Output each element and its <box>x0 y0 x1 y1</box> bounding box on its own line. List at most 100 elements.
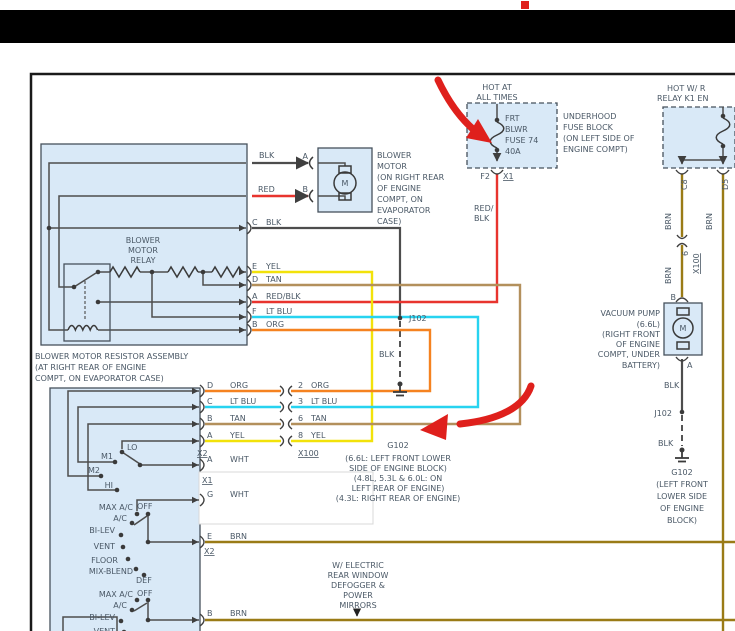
label-x100-right: X100 <box>692 253 701 274</box>
splice-j102-right <box>680 410 685 415</box>
label-x100: X100 <box>298 449 319 458</box>
label-red-b: RED <box>258 185 275 194</box>
svg-text:ENGINE COMPT): ENGINE COMPT) <box>563 145 628 154</box>
label-blk-right: BLK <box>664 381 680 390</box>
svg-text:F: F <box>252 307 257 316</box>
svg-text:BATTERY): BATTERY) <box>622 361 660 370</box>
svg-text:(AT RIGHT REAR OF ENGINE: (AT RIGHT REAR OF ENGINE <box>35 363 146 372</box>
motor-m-glyph: M <box>342 179 349 188</box>
splice-j102-center <box>398 316 403 321</box>
svg-text:LOWER SIDE: LOWER SIDE <box>657 492 707 501</box>
defogger-note: W/ ELECTRIC <box>332 561 384 570</box>
svg-text:FUSE BLOCK: FUSE BLOCK <box>563 123 614 132</box>
svg-text:CASE): CASE) <box>377 217 401 226</box>
colored-wires <box>205 174 735 631</box>
label-x2-e: X2 <box>204 547 215 556</box>
svg-text:REAR WINDOW: REAR WINDOW <box>328 571 389 580</box>
svg-text:40A: 40A <box>505 147 521 156</box>
svg-text:COMPT, ON: COMPT, ON <box>377 195 423 204</box>
wiring-diagram-page: M M <box>0 0 735 631</box>
svg-text:LT BLU: LT BLU <box>266 307 292 316</box>
label-fuse-name: FRT <box>505 114 520 123</box>
svg-text:RELAY: RELAY <box>131 256 156 265</box>
svg-text:B: B <box>252 320 258 329</box>
svg-text:BLK: BLK <box>266 218 282 227</box>
svg-text:A: A <box>207 431 213 440</box>
svg-text:FUSE 74: FUSE 74 <box>505 136 538 145</box>
svg-text:OF ENGINE: OF ENGINE <box>660 504 704 513</box>
svg-text:OFF: OFF <box>137 502 153 511</box>
svg-text:OFF: OFF <box>137 589 153 598</box>
svg-text:MOTOR: MOTOR <box>128 246 158 255</box>
svg-text:MAX A/C: MAX A/C <box>99 503 134 512</box>
svg-text:TAN: TAN <box>229 414 246 423</box>
svg-text:6: 6 <box>298 414 303 423</box>
label-hot-relay-k1: HOT W/ R <box>667 84 706 93</box>
svg-text:YEL: YEL <box>229 431 245 440</box>
label-cav-6: 6 <box>681 251 690 256</box>
label-brn-right: BRN <box>705 213 714 230</box>
svg-text:POWER: POWER <box>343 591 373 600</box>
underhood-caption: UNDERHOOD <box>563 112 616 121</box>
svg-text:ALL TIMES: ALL TIMES <box>476 93 517 102</box>
svg-text:TAN: TAN <box>310 414 327 423</box>
svg-text:SIDE OF ENGINE BLOCK): SIDE OF ENGINE BLOCK) <box>349 464 447 473</box>
label-redblk-wire: RED/ <box>474 204 494 213</box>
svg-text:8: 8 <box>298 431 303 440</box>
relay-caption: BLOWER <box>126 236 161 245</box>
svg-text:(ON RIGHT REAR: (ON RIGHT REAR <box>377 173 445 182</box>
svg-text:DEFOGGER &: DEFOGGER & <box>331 581 385 590</box>
vacuum-pump-caption: VACUUM PUMP <box>601 309 661 318</box>
svg-text:COMPT, UNDER: COMPT, UNDER <box>598 350 661 359</box>
svg-text:LT BLU: LT BLU <box>311 397 337 406</box>
label-fan-lo: LO <box>127 443 137 452</box>
label-pump-b: B <box>671 293 677 302</box>
svg-text:MIX-BLEND: MIX-BLEND <box>89 567 133 576</box>
svg-text:BRN: BRN <box>230 609 247 618</box>
svg-text:OF ENGINE: OF ENGINE <box>616 340 660 349</box>
svg-text:BI-LEV: BI-LEV <box>89 526 115 535</box>
svg-text:(4.3L: RIGHT REAR OF ENGINE): (4.3L: RIGHT REAR OF ENGINE) <box>336 494 461 503</box>
svg-text:G: G <box>207 490 213 499</box>
label-d5: D5 <box>721 179 730 190</box>
svg-text:MOTOR: MOTOR <box>377 162 407 171</box>
svg-text:WHT: WHT <box>230 455 249 464</box>
svg-text:FLOOR: FLOOR <box>91 556 118 565</box>
label-pin-a: A <box>303 152 309 161</box>
svg-text:(LEFT FRONT: (LEFT FRONT <box>656 480 708 489</box>
label-x1-fuse: X1 <box>503 172 514 181</box>
svg-text:LT BLU: LT BLU <box>230 397 256 406</box>
label-fan-m2: M2 <box>88 466 100 475</box>
svg-text:VENT: VENT <box>94 542 116 551</box>
svg-text:A: A <box>207 455 213 464</box>
wire-orange <box>252 330 430 391</box>
label-g102-center: G102 <box>387 441 408 450</box>
svg-text:A: A <box>252 292 258 301</box>
label-f2: F2 <box>480 172 490 181</box>
wire-red-blk-feed <box>252 174 497 302</box>
label-brn-lower: BRN <box>664 267 673 284</box>
svg-text:C: C <box>252 218 258 227</box>
svg-text:EVAPORATOR: EVAPORATOR <box>377 206 431 215</box>
red-dot-annotation <box>521 1 529 9</box>
svg-text:BLK: BLK <box>474 214 490 223</box>
svg-text:OF ENGINE: OF ENGINE <box>377 184 421 193</box>
svg-text:(6.6L): (6.6L) <box>637 320 660 329</box>
svg-text:ORG: ORG <box>311 381 329 390</box>
svg-text:E: E <box>207 532 212 541</box>
label-x2: X2 <box>197 449 208 458</box>
svg-text:B: B <box>207 609 213 618</box>
svg-text:C: C <box>207 397 213 406</box>
svg-text:(ON LEFT SIDE OF: (ON LEFT SIDE OF <box>563 134 635 143</box>
svg-text:YEL: YEL <box>265 262 281 271</box>
svg-text:MIRRORS: MIRRORS <box>339 601 376 610</box>
svg-text:COMPT, ON EVAPORATOR CASE): COMPT, ON EVAPORATOR CASE) <box>35 374 164 383</box>
svg-text:3: 3 <box>298 397 303 406</box>
label-fan-hi: HI <box>105 481 113 490</box>
svg-text:BLWR: BLWR <box>505 125 528 134</box>
svg-text:ORG: ORG <box>230 381 248 390</box>
svg-text:B: B <box>207 414 213 423</box>
svg-text:WHT: WHT <box>230 490 249 499</box>
svg-text:BRN: BRN <box>230 532 247 541</box>
label-blk-right-2: BLK <box>658 439 674 448</box>
